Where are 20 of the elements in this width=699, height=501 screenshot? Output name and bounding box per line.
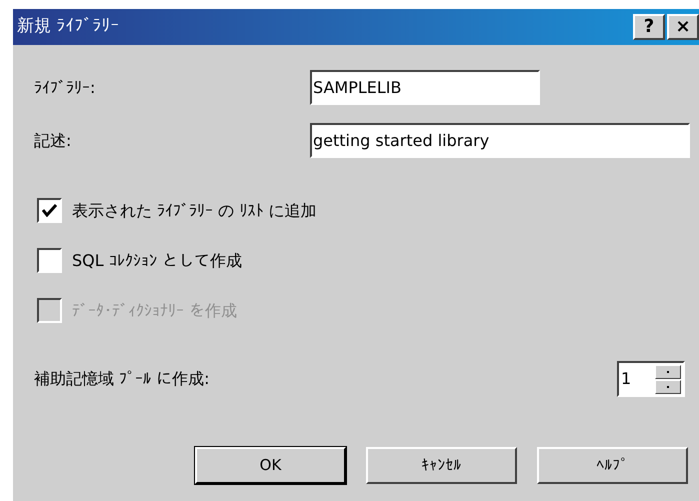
checkbox[interactable] — [37, 198, 62, 223]
checkbox[interactable] — [37, 248, 62, 273]
spin-up-button[interactable] — [655, 364, 681, 378]
field-label: 補助記憶域 ﾌﾟｰﾙ に作成: — [34, 368, 210, 390]
window-title: 新規 ﾗｲﾌﾞﾗﾘｰ — [17, 15, 120, 38]
input-field[interactable]: getting started library — [310, 123, 690, 158]
checkbox-label: SQL ｺﾚｸｼｮﾝ として作成 — [72, 250, 242, 272]
ok-button[interactable]: OK — [195, 447, 346, 484]
field-label: ﾗｲﾌﾞﾗﾘｰ: — [34, 76, 96, 98]
close-button[interactable]: × — [667, 14, 699, 40]
spin-down-button[interactable] — [655, 380, 681, 394]
cancel-button[interactable]: ｷｬﾝｾﾙ — [366, 447, 517, 484]
input-field[interactable]: SAMPLELIB — [310, 70, 540, 105]
checkbox-label: ﾃﾞｰﾀ･ﾃﾞｨｸｼｮﾅﾘｰ を作成 — [72, 300, 238, 322]
checkbox-label: 表示された ﾗｲﾌﾞﾗﾘｰ の ﾘｽﾄ に追加 — [72, 200, 316, 222]
spinner-field[interactable]: 1 — [617, 361, 685, 397]
help-button[interactable]: ﾍﾙﾌﾟ — [537, 447, 688, 484]
check-icon — [42, 204, 57, 217]
help-button[interactable]: ? — [633, 14, 665, 40]
field-label: 記述: — [34, 130, 72, 152]
